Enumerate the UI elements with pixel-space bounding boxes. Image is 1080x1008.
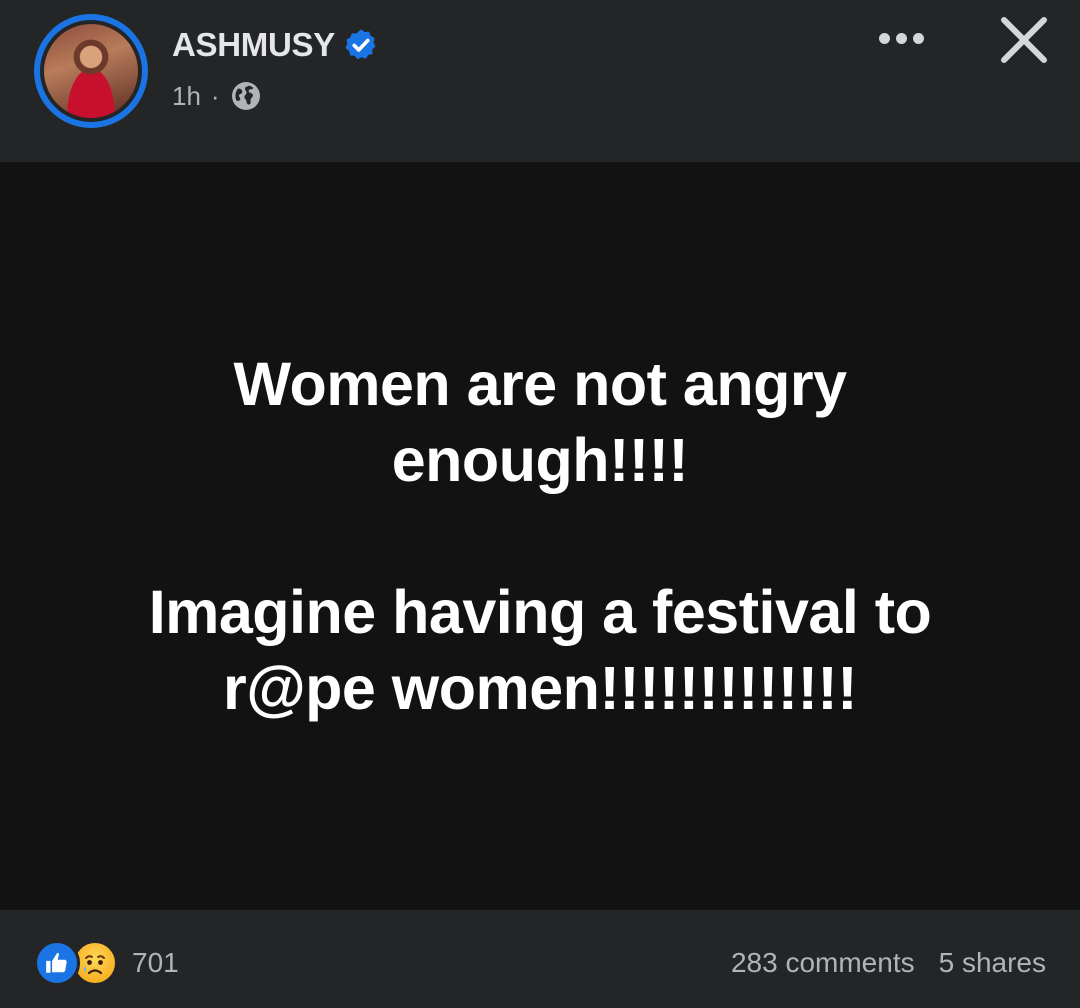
- post-text-line: r@pe women!!!!!!!!!!!!!: [222, 654, 858, 722]
- globe-icon: [230, 80, 262, 112]
- post-text-line: Women are not angry: [233, 350, 847, 418]
- close-button[interactable]: [994, 10, 1054, 70]
- verified-badge-icon: [343, 27, 379, 63]
- post-time[interactable]: 1h: [172, 81, 201, 112]
- author-name[interactable]: ASHMUSY: [172, 26, 335, 64]
- more-options-button[interactable]: [866, 20, 936, 56]
- like-reaction-icon: [34, 940, 80, 986]
- post-header: ASHMUSY 1h ·: [0, 0, 1080, 162]
- post-text-line: Imagine having a festival to: [148, 578, 932, 646]
- reaction-count: 701: [132, 947, 179, 978]
- post-stats: 283 comments 5 shares: [731, 940, 1046, 986]
- post-text-line: enough!!!!: [391, 426, 689, 494]
- shares-count-link[interactable]: 5 shares: [939, 940, 1046, 986]
- close-icon: [1001, 17, 1047, 63]
- post-meta: 1h ·: [172, 80, 262, 112]
- avatar-image: [44, 24, 138, 118]
- reactions-summary[interactable]: 701: [34, 940, 179, 986]
- more-dot-icon: [878, 32, 890, 44]
- meta-separator: ·: [210, 80, 220, 111]
- post-footer: 701 283 comments 5 shares: [0, 910, 1080, 1008]
- comments-count-link[interactable]: 283 comments: [731, 940, 915, 986]
- author-avatar[interactable]: [34, 14, 148, 128]
- author-row: ASHMUSY: [172, 26, 379, 64]
- more-dot-icon: [912, 32, 924, 44]
- more-dot-icon: [895, 32, 907, 44]
- post-content[interactable]: Women are not angry enough!!!! Imagine h…: [0, 162, 1080, 910]
